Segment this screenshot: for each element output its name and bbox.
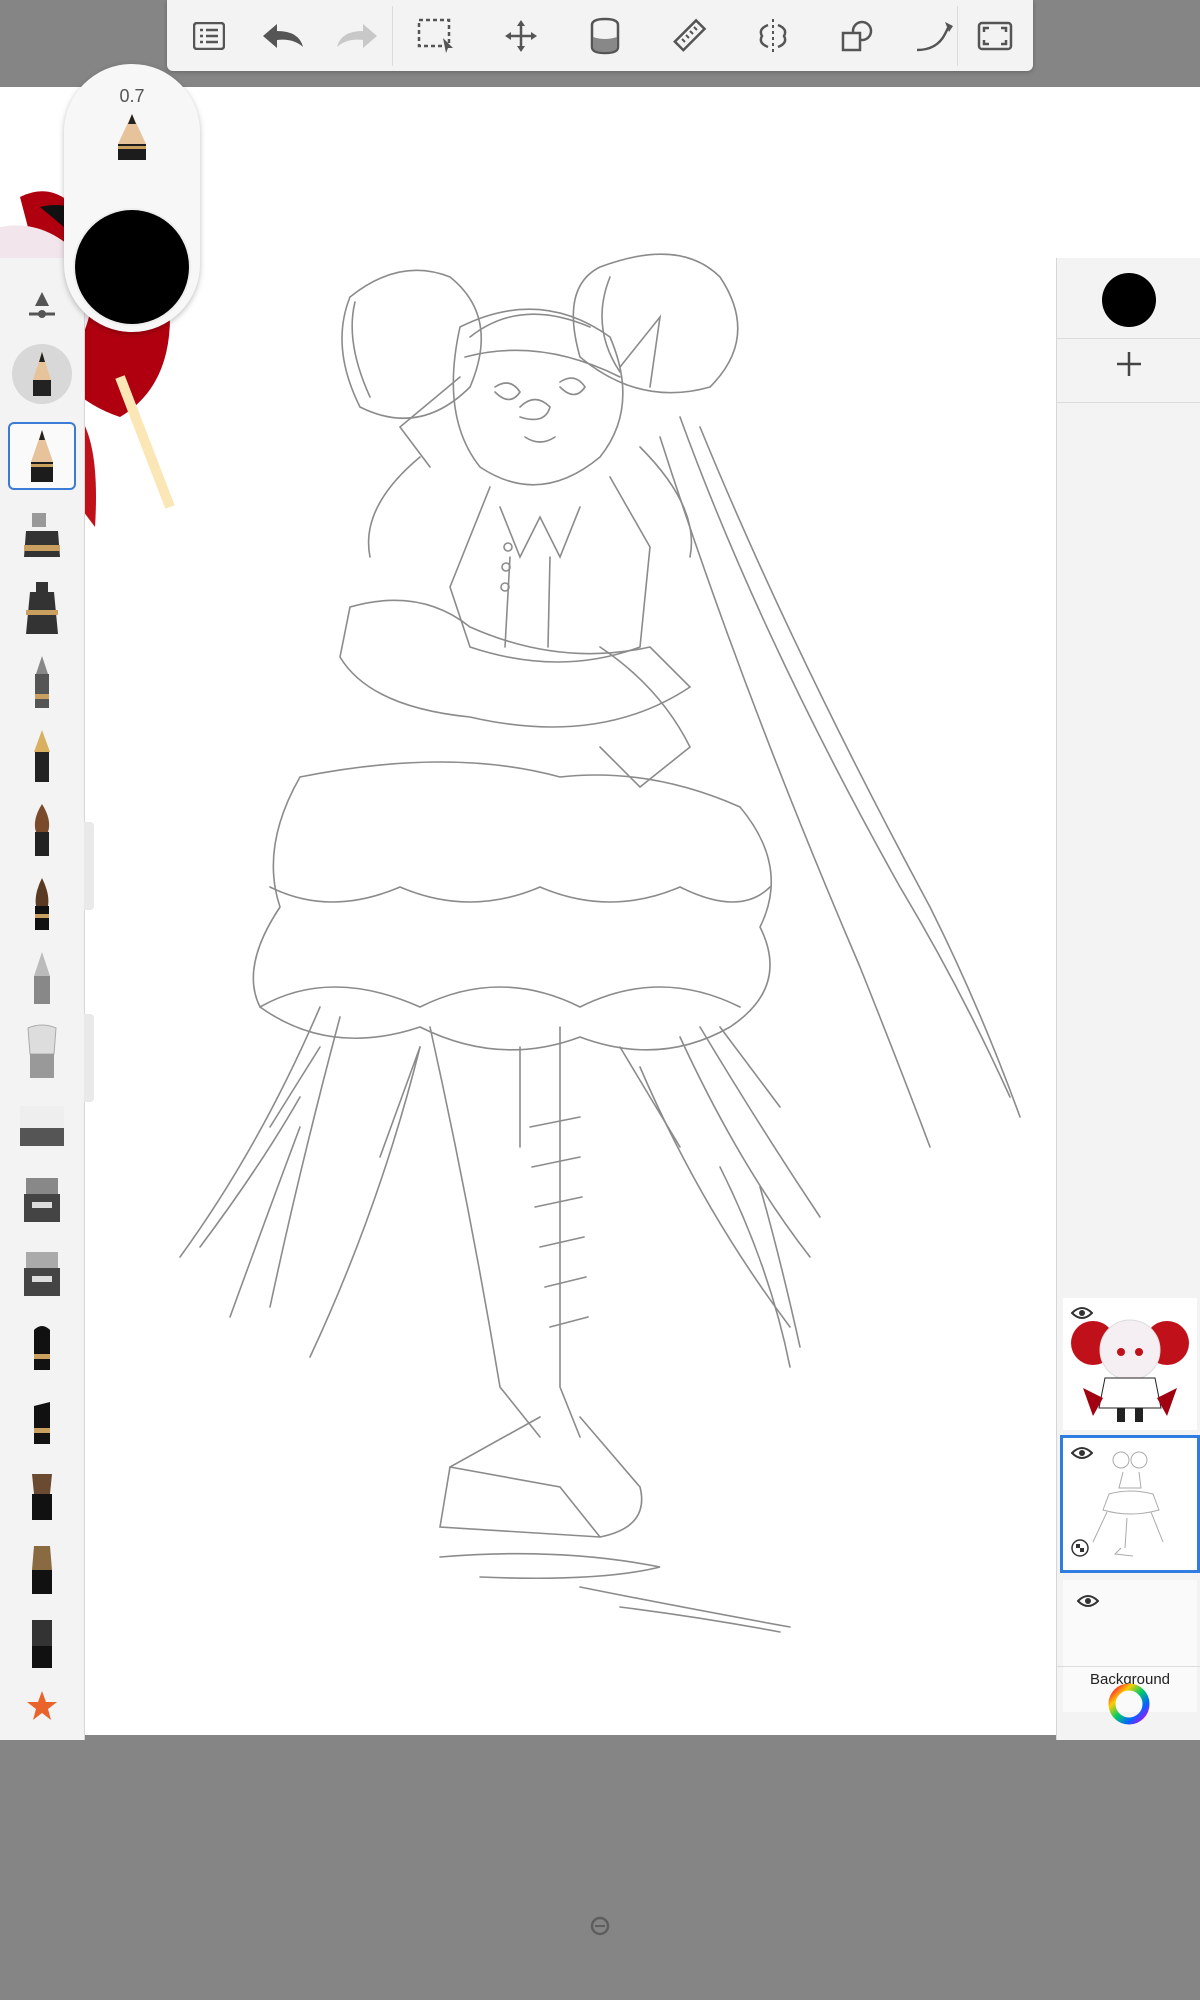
list-icon[interactable]: [183, 10, 235, 62]
flat-brush[interactable]: [10, 1464, 74, 1528]
brush-library: [0, 258, 85, 1740]
current-color-swatch[interactable]: [75, 210, 189, 324]
color-wheel-icon[interactable]: [1107, 1682, 1151, 1731]
favorites-star[interactable]: [10, 1674, 74, 1738]
pencil-sketch: [179, 253, 1021, 1633]
pencil-icon: [114, 112, 150, 167]
layer-panel: Background: [1056, 258, 1200, 1740]
airbrush[interactable]: [10, 502, 74, 566]
selection-icon[interactable]: [411, 10, 463, 62]
ballpoint-pen[interactable]: [10, 650, 74, 714]
drawing-canvas[interactable]: [0, 87, 1200, 1735]
panel-divider: [1057, 402, 1200, 403]
pencil-recent[interactable]: [12, 344, 72, 404]
felt-tip[interactable]: [10, 1316, 74, 1380]
flat-brush-2[interactable]: [10, 1538, 74, 1602]
transform-icon[interactable]: [495, 10, 547, 62]
panel-divider: [1057, 1666, 1200, 1667]
soft-brush[interactable]: [10, 1020, 74, 1084]
symmetry-icon[interactable]: [747, 10, 799, 62]
pen-ink[interactable]: [10, 576, 74, 640]
smudge-marker[interactable]: [10, 1168, 74, 1232]
add-layer-button[interactable]: [1099, 342, 1159, 386]
brush-settings-icon[interactable]: [10, 273, 74, 337]
top-toolbar: [167, 0, 1033, 71]
eye-icon[interactable]: [1076, 1594, 1100, 1613]
brush-puck[interactable]: 0.7: [64, 64, 200, 332]
fill-bucket-icon[interactable]: [579, 10, 631, 62]
felt-tip-2[interactable]: [10, 1390, 74, 1454]
ruler-icon[interactable]: [663, 10, 715, 62]
paintbrush-fine[interactable]: [10, 872, 74, 936]
redo-icon[interactable]: [331, 10, 383, 62]
layer-color-swatch[interactable]: [1102, 273, 1156, 327]
sketch-artwork: [0, 191, 1021, 1633]
eraser[interactable]: [10, 1094, 74, 1158]
toolbar-divider: [957, 6, 958, 66]
undo-icon[interactable]: [257, 10, 309, 62]
panel-divider: [1057, 338, 1200, 339]
brush-scroll-tab[interactable]: [84, 822, 94, 910]
marker-chisel[interactable]: [10, 946, 74, 1010]
stroke-icon[interactable]: [909, 10, 961, 62]
flat-brush-3[interactable]: [10, 1612, 74, 1676]
toolbar-divider: [392, 6, 393, 66]
brush-scroll-tab[interactable]: [84, 1014, 94, 1102]
eye-icon[interactable]: [1070, 1446, 1094, 1465]
brush-size-value[interactable]: 0.7: [64, 86, 200, 107]
pencil[interactable]: [8, 422, 76, 490]
paintbrush-round[interactable]: [10, 798, 74, 862]
layer-sketch[interactable]: [1060, 1435, 1200, 1573]
fullscreen-icon[interactable]: [969, 10, 1021, 62]
shapes-icon[interactable]: [831, 10, 883, 62]
canvas-handle-icon[interactable]: [590, 1916, 610, 1936]
fountain-pen[interactable]: [10, 724, 74, 788]
alpha-lock-icon[interactable]: [1071, 1539, 1089, 1562]
layer-chibi-character[interactable]: [1063, 1298, 1197, 1430]
smudge-marker-2[interactable]: [10, 1242, 74, 1306]
eye-icon[interactable]: [1070, 1306, 1094, 1325]
